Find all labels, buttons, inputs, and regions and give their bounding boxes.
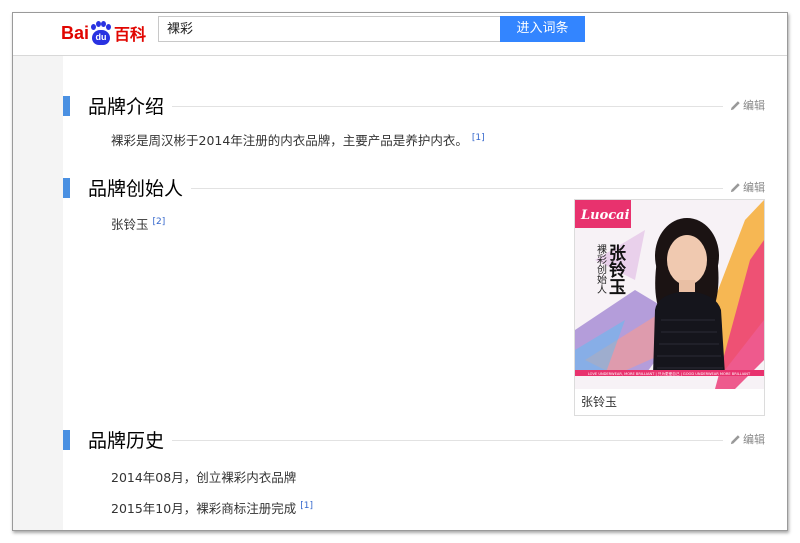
paragraph-text: 裸彩是周汉彬于2014年注册的内衣品牌，主要产品是养护内衣。 <box>111 133 468 148</box>
header: Bai du 百科 裸彩 进入词条 <box>13 13 787 56</box>
edit-label: 编辑 <box>743 99 765 112</box>
section-bar <box>63 430 70 450</box>
edit-label: 编辑 <box>743 181 765 194</box>
enter-entry-button[interactable]: 进入词条 <box>500 16 585 42</box>
reference-link[interactable]: [2] <box>153 217 166 227</box>
left-rail <box>13 56 63 530</box>
pencil-icon <box>730 100 740 110</box>
section-header-brand-intro: 品牌介绍 编辑 <box>63 92 765 119</box>
founder-figure[interactable]: LOVE UNDERWEAR, MORE BRILLIANT | 只为更爱自己 … <box>574 199 765 416</box>
photo-signature: 张铃玉 <box>605 244 626 295</box>
section-header-brand-history: 品牌历史 编辑 <box>63 426 765 453</box>
pencil-icon <box>730 434 740 444</box>
paragraph-text: 2015年10月，裸彩商标注册完成 <box>111 501 297 516</box>
edit-button[interactable]: 编辑 <box>730 431 765 447</box>
figure-caption: 张铃玉 <box>581 395 618 409</box>
paw-icon: du <box>90 21 112 45</box>
reference-link[interactable]: [1] <box>472 133 485 143</box>
paragraph-text: 张铃玉 <box>111 217 149 232</box>
logo-du-text: du <box>92 30 111 45</box>
edit-button[interactable]: 编辑 <box>730 179 765 195</box>
section-bar <box>63 96 70 116</box>
section-divider <box>88 440 723 441</box>
paragraph: 2015年10月，裸彩商标注册完成 [1] <box>111 498 313 517</box>
edit-button[interactable]: 编辑 <box>730 97 765 113</box>
browser-frame: Bai du 百科 裸彩 进入词条 品牌介绍 编辑 裸彩是周汉彬于2014年注册… <box>12 12 788 531</box>
edit-label: 编辑 <box>743 433 765 446</box>
brand-logo-text: Luocai <box>580 208 630 223</box>
section-bar <box>63 178 70 198</box>
paragraph: 张铃玉 [2] <box>111 214 165 233</box>
photo-strip-text: LOVE UNDERWEAR, MORE BRILLIANT | 只为更爱自己 … <box>588 371 751 376</box>
search-input[interactable]: 裸彩 <box>158 16 500 42</box>
reference-link[interactable]: [1] <box>300 501 313 511</box>
paragraph: 裸彩是周汉彬于2014年注册的内衣品牌，主要产品是养护内衣。 [1] <box>111 130 485 149</box>
logo-baike-text: 百科 <box>114 25 147 44</box>
founder-photo[interactable]: LOVE UNDERWEAR, MORE BRILLIANT | 只为更爱自己 … <box>575 200 764 389</box>
section-title: 品牌介绍 <box>88 92 173 119</box>
section-header-brand-founder: 品牌创始人 编辑 <box>63 174 765 201</box>
paragraph: 2014年08月，创立裸彩内衣品牌 <box>111 467 296 486</box>
section-divider <box>88 106 723 107</box>
logo-bai-text: Bai <box>61 22 90 43</box>
pencil-icon <box>730 182 740 192</box>
paragraph-text: 2014年08月，创立裸彩内衣品牌 <box>111 470 297 485</box>
baidu-baike-logo[interactable]: Bai du 百科 <box>61 19 146 47</box>
main-content: 品牌介绍 编辑 裸彩是周汉彬于2014年注册的内衣品牌，主要产品是养护内衣。 [1… <box>63 56 787 530</box>
section-title: 品牌历史 <box>88 426 173 453</box>
section-title: 品牌创始人 <box>88 174 192 201</box>
